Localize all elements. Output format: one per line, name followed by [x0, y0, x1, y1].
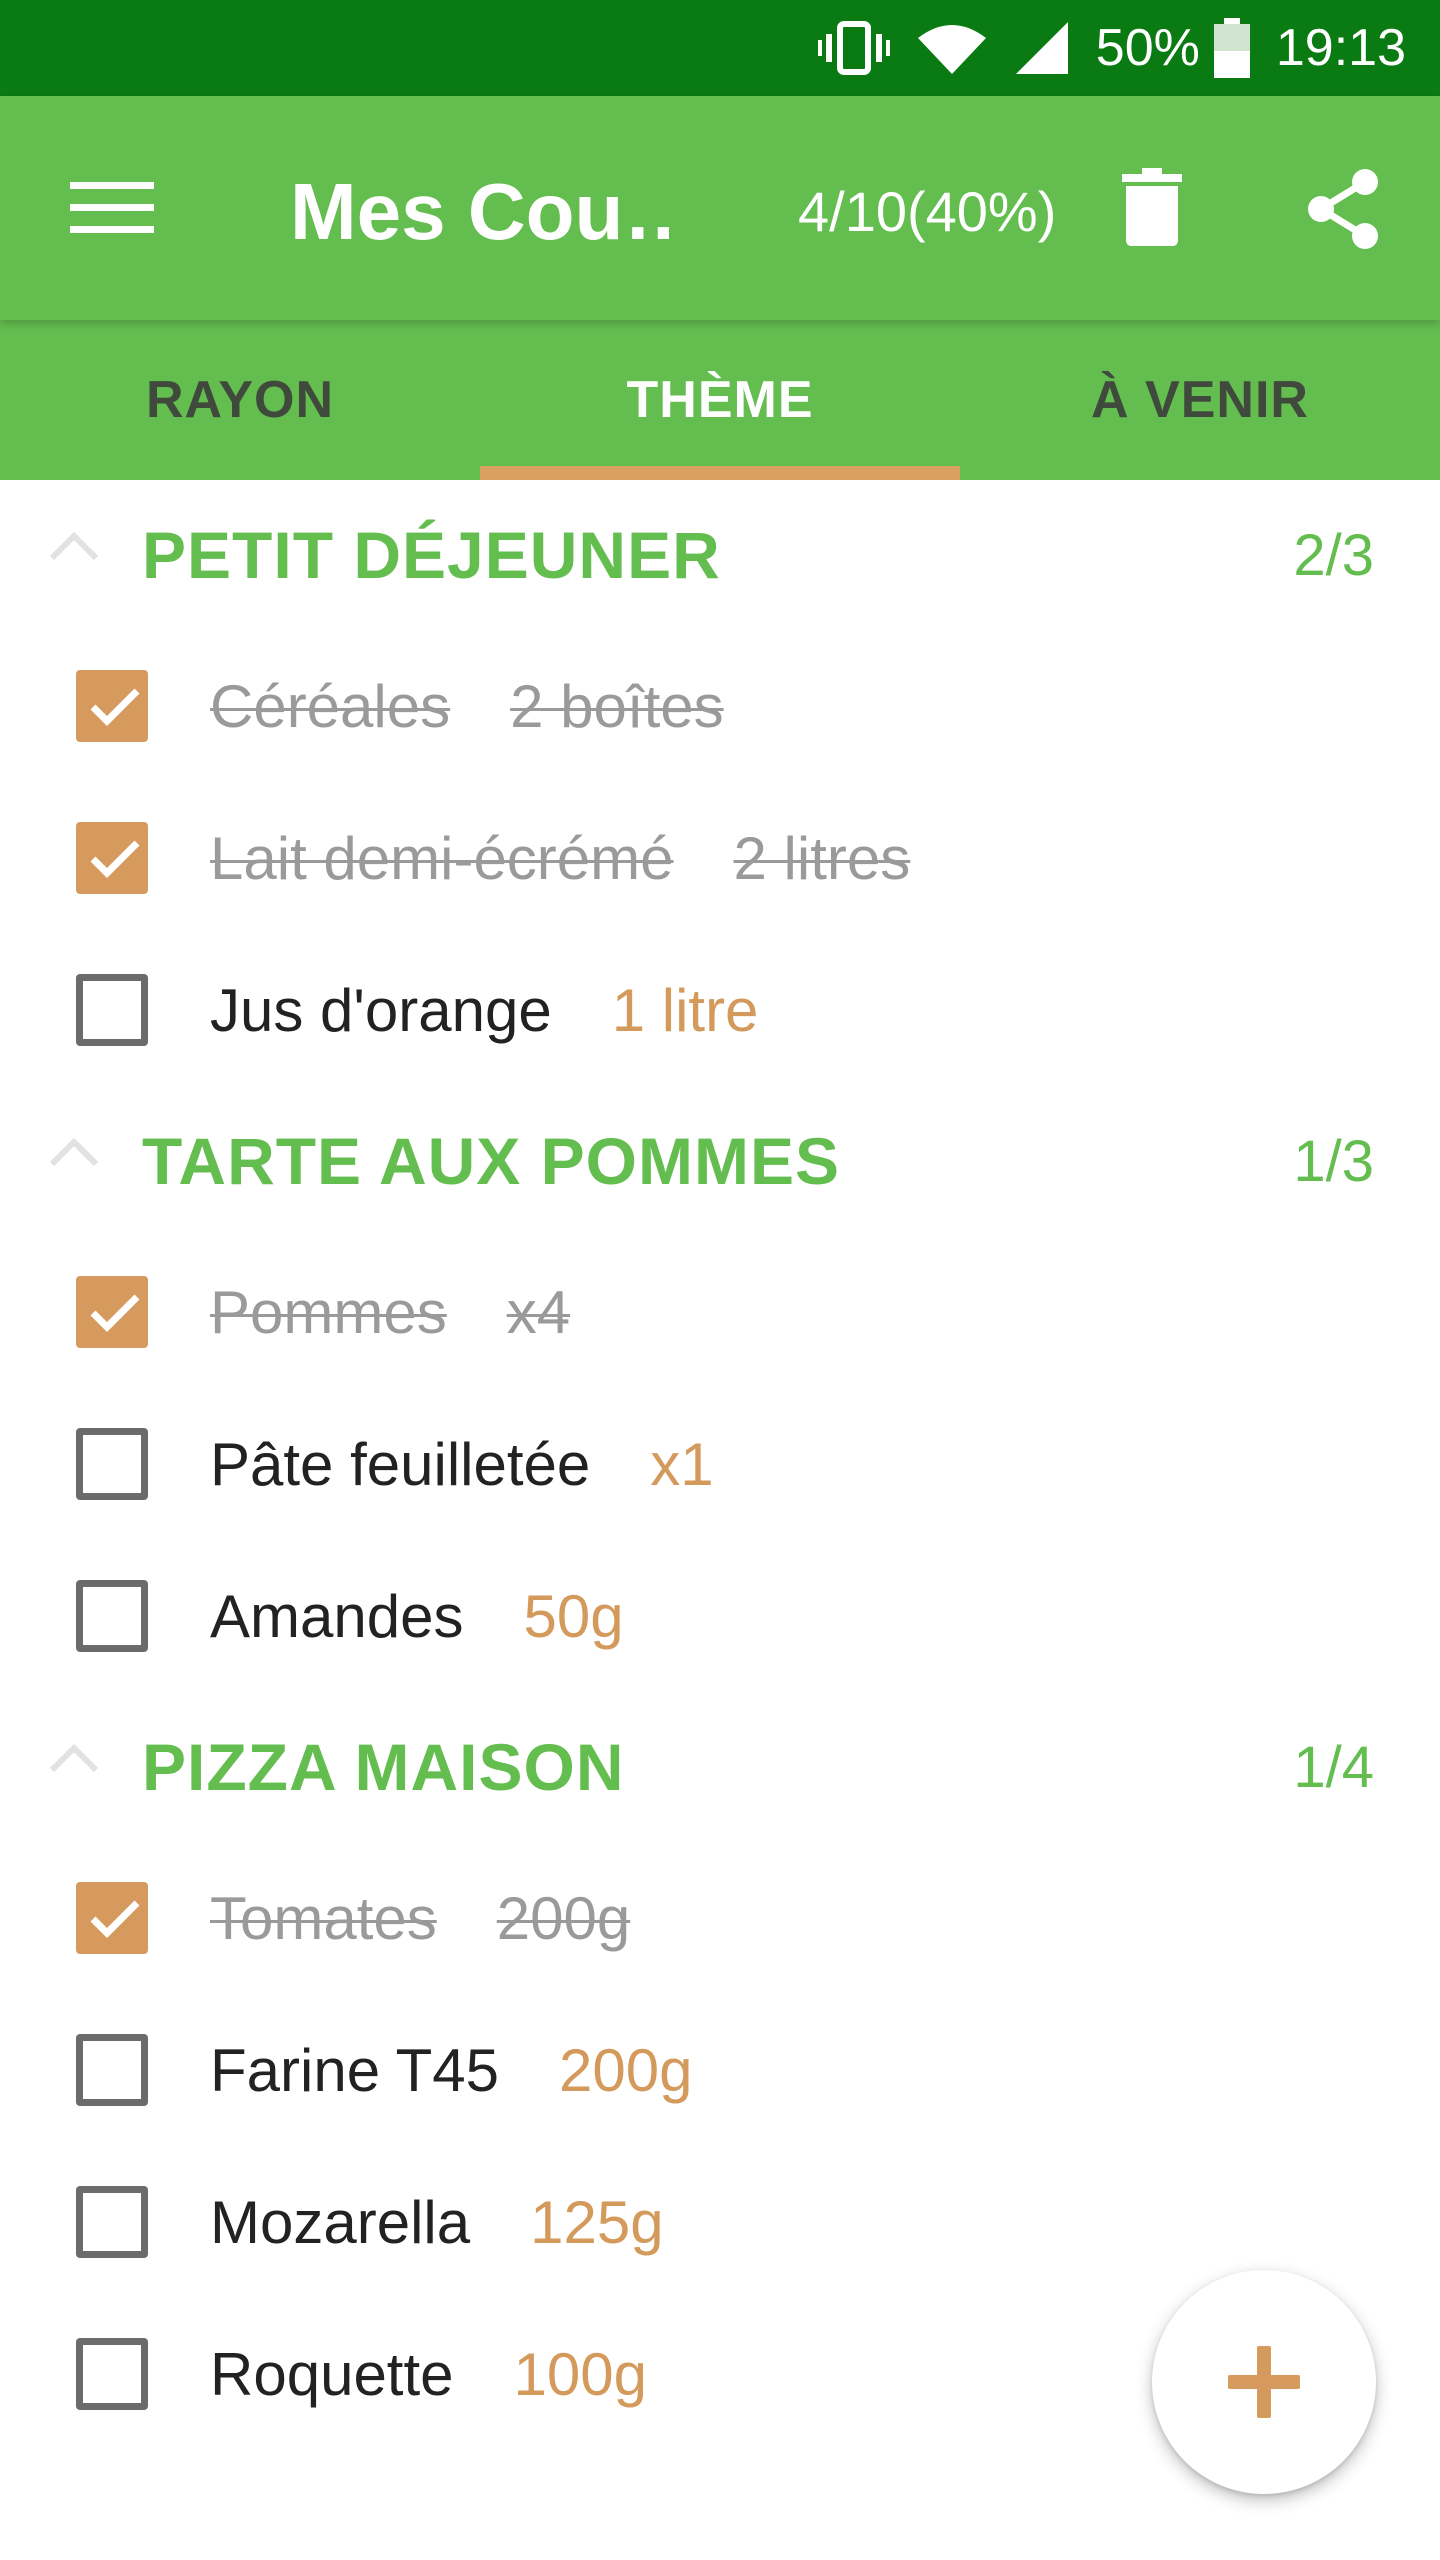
item-name: Farine T45 — [210, 2036, 500, 2104]
page-title: Mes Cou… — [290, 167, 670, 256]
vibrate-icon — [817, 21, 890, 75]
checkbox[interactable] — [76, 2338, 148, 2410]
item-name: Tomates — [210, 1884, 437, 1952]
list-item[interactable]: Pâte feuilletée x1 — [0, 1388, 1440, 1540]
list-item[interactable]: Mozarella 125g — [0, 2146, 1440, 2298]
check-icon — [90, 1900, 140, 1938]
item-name: Pâte feuilletée — [210, 1430, 591, 1498]
section-header[interactable]: PETIT DÉJEUNER 2/3 — [0, 480, 1440, 630]
section-count: 1/3 — [1293, 1128, 1374, 1194]
item-name: Roquette — [210, 2340, 454, 2408]
item-label: Amandes 50g — [210, 1582, 624, 1651]
section-header[interactable]: TARTE AUX POMMES 1/3 — [0, 1086, 1440, 1236]
checkbox[interactable] — [76, 2034, 148, 2106]
add-item-button[interactable] — [1152, 2270, 1376, 2494]
item-name: Mozarella — [210, 2188, 471, 2256]
item-name: Lait demi-écrémé — [210, 824, 674, 892]
item-quantity: 200g — [496, 1884, 631, 1952]
item-name: Céréales — [210, 672, 451, 740]
progress-counter: 4/10(40%) — [798, 180, 1057, 243]
chevron-up-icon[interactable] — [48, 530, 100, 562]
tab-a-venir[interactable]: À VENIR — [960, 320, 1440, 480]
section-title: TARTE AUX POMMES — [142, 1124, 841, 1198]
checkbox[interactable] — [76, 1276, 148, 1348]
item-label: Pâte feuilletée x1 — [210, 1430, 714, 1499]
chevron-up-icon[interactable] — [48, 1742, 100, 1774]
section-header[interactable]: PIZZA MAISON 1/4 — [0, 1692, 1440, 1842]
battery-icon — [1213, 18, 1250, 78]
item-label: Farine T45 200g — [210, 2036, 693, 2105]
item-label: Mozarella 125g — [210, 2188, 664, 2257]
checkbox[interactable] — [76, 974, 148, 1046]
signal-icon — [1015, 22, 1068, 74]
clock: 19:13 — [1275, 19, 1406, 77]
item-quantity: 1 litre — [611, 976, 759, 1044]
item-label: Céréales 2 boîtes — [210, 672, 724, 741]
section-title: PETIT DÉJEUNER — [142, 518, 721, 592]
item-quantity: 100g — [513, 2340, 647, 2408]
item-quantity: 125g — [530, 2188, 664, 2256]
item-label: Lait demi-écrémé 2 litres — [210, 824, 910, 893]
battery-percent: 50% — [1095, 19, 1200, 77]
list-item[interactable]: Jus d'orange 1 litre — [0, 934, 1440, 1086]
list-item[interactable]: Céréales 2 boîtes — [0, 630, 1440, 782]
plus-icon — [1228, 2346, 1300, 2418]
check-icon — [90, 840, 140, 878]
list-item[interactable]: Amandes 50g — [0, 1540, 1440, 1692]
checkbox[interactable] — [76, 822, 148, 894]
item-label: Roquette 100g — [210, 2340, 647, 2409]
tab-bar: RAYON THÈME À VENIR — [0, 320, 1440, 480]
check-icon — [90, 688, 140, 726]
menu-icon[interactable] — [70, 178, 154, 238]
tab-rayon[interactable]: RAYON — [0, 320, 480, 480]
status-bar: 50% 19:13 — [0, 0, 1440, 96]
item-name: Amandes — [210, 1582, 464, 1650]
item-quantity: 2 boîtes — [510, 672, 724, 740]
item-quantity: 50g — [523, 1582, 624, 1650]
list-item[interactable]: Pommes x4 — [0, 1236, 1440, 1388]
section-title: PIZZA MAISON — [142, 1730, 625, 1804]
item-label: Jus d'orange 1 litre — [210, 976, 758, 1045]
section-count: 1/4 — [1293, 1734, 1374, 1800]
checkbox[interactable] — [76, 1580, 148, 1652]
list-item[interactable]: Farine T45 200g — [0, 1994, 1440, 2146]
checkbox[interactable] — [76, 670, 148, 742]
item-quantity: x1 — [650, 1430, 714, 1498]
item-quantity: 200g — [559, 2036, 693, 2104]
item-name: Pommes — [210, 1278, 447, 1346]
list-item[interactable]: Tomates 200g — [0, 1842, 1440, 1994]
share-icon[interactable] — [1305, 168, 1381, 250]
section-count: 2/3 — [1293, 522, 1374, 588]
chevron-up-icon[interactable] — [48, 1136, 100, 1168]
check-icon — [90, 1294, 140, 1332]
item-quantity: x4 — [506, 1278, 571, 1346]
battery-indicator: 50% — [1096, 18, 1250, 78]
trash-icon[interactable] — [1122, 168, 1182, 246]
checkbox[interactable] — [76, 1428, 148, 1500]
tab-theme[interactable]: THÈME — [480, 320, 960, 480]
item-label: Tomates 200g — [210, 1884, 630, 1953]
item-label: Pommes x4 — [210, 1278, 570, 1347]
wifi-icon — [917, 25, 986, 74]
shopping-list: PETIT DÉJEUNER 2/3 Céréales 2 boîtes Lait… — [0, 480, 1440, 2450]
item-quantity: 2 litres — [733, 824, 911, 892]
item-name: Jus d'orange — [210, 976, 552, 1044]
list-item[interactable]: Lait demi-écrémé 2 litres — [0, 782, 1440, 934]
checkbox[interactable] — [76, 2186, 148, 2258]
checkbox[interactable] — [76, 1882, 148, 1954]
app-bar: Mes Cou… 4/10(40%) — [0, 96, 1440, 320]
